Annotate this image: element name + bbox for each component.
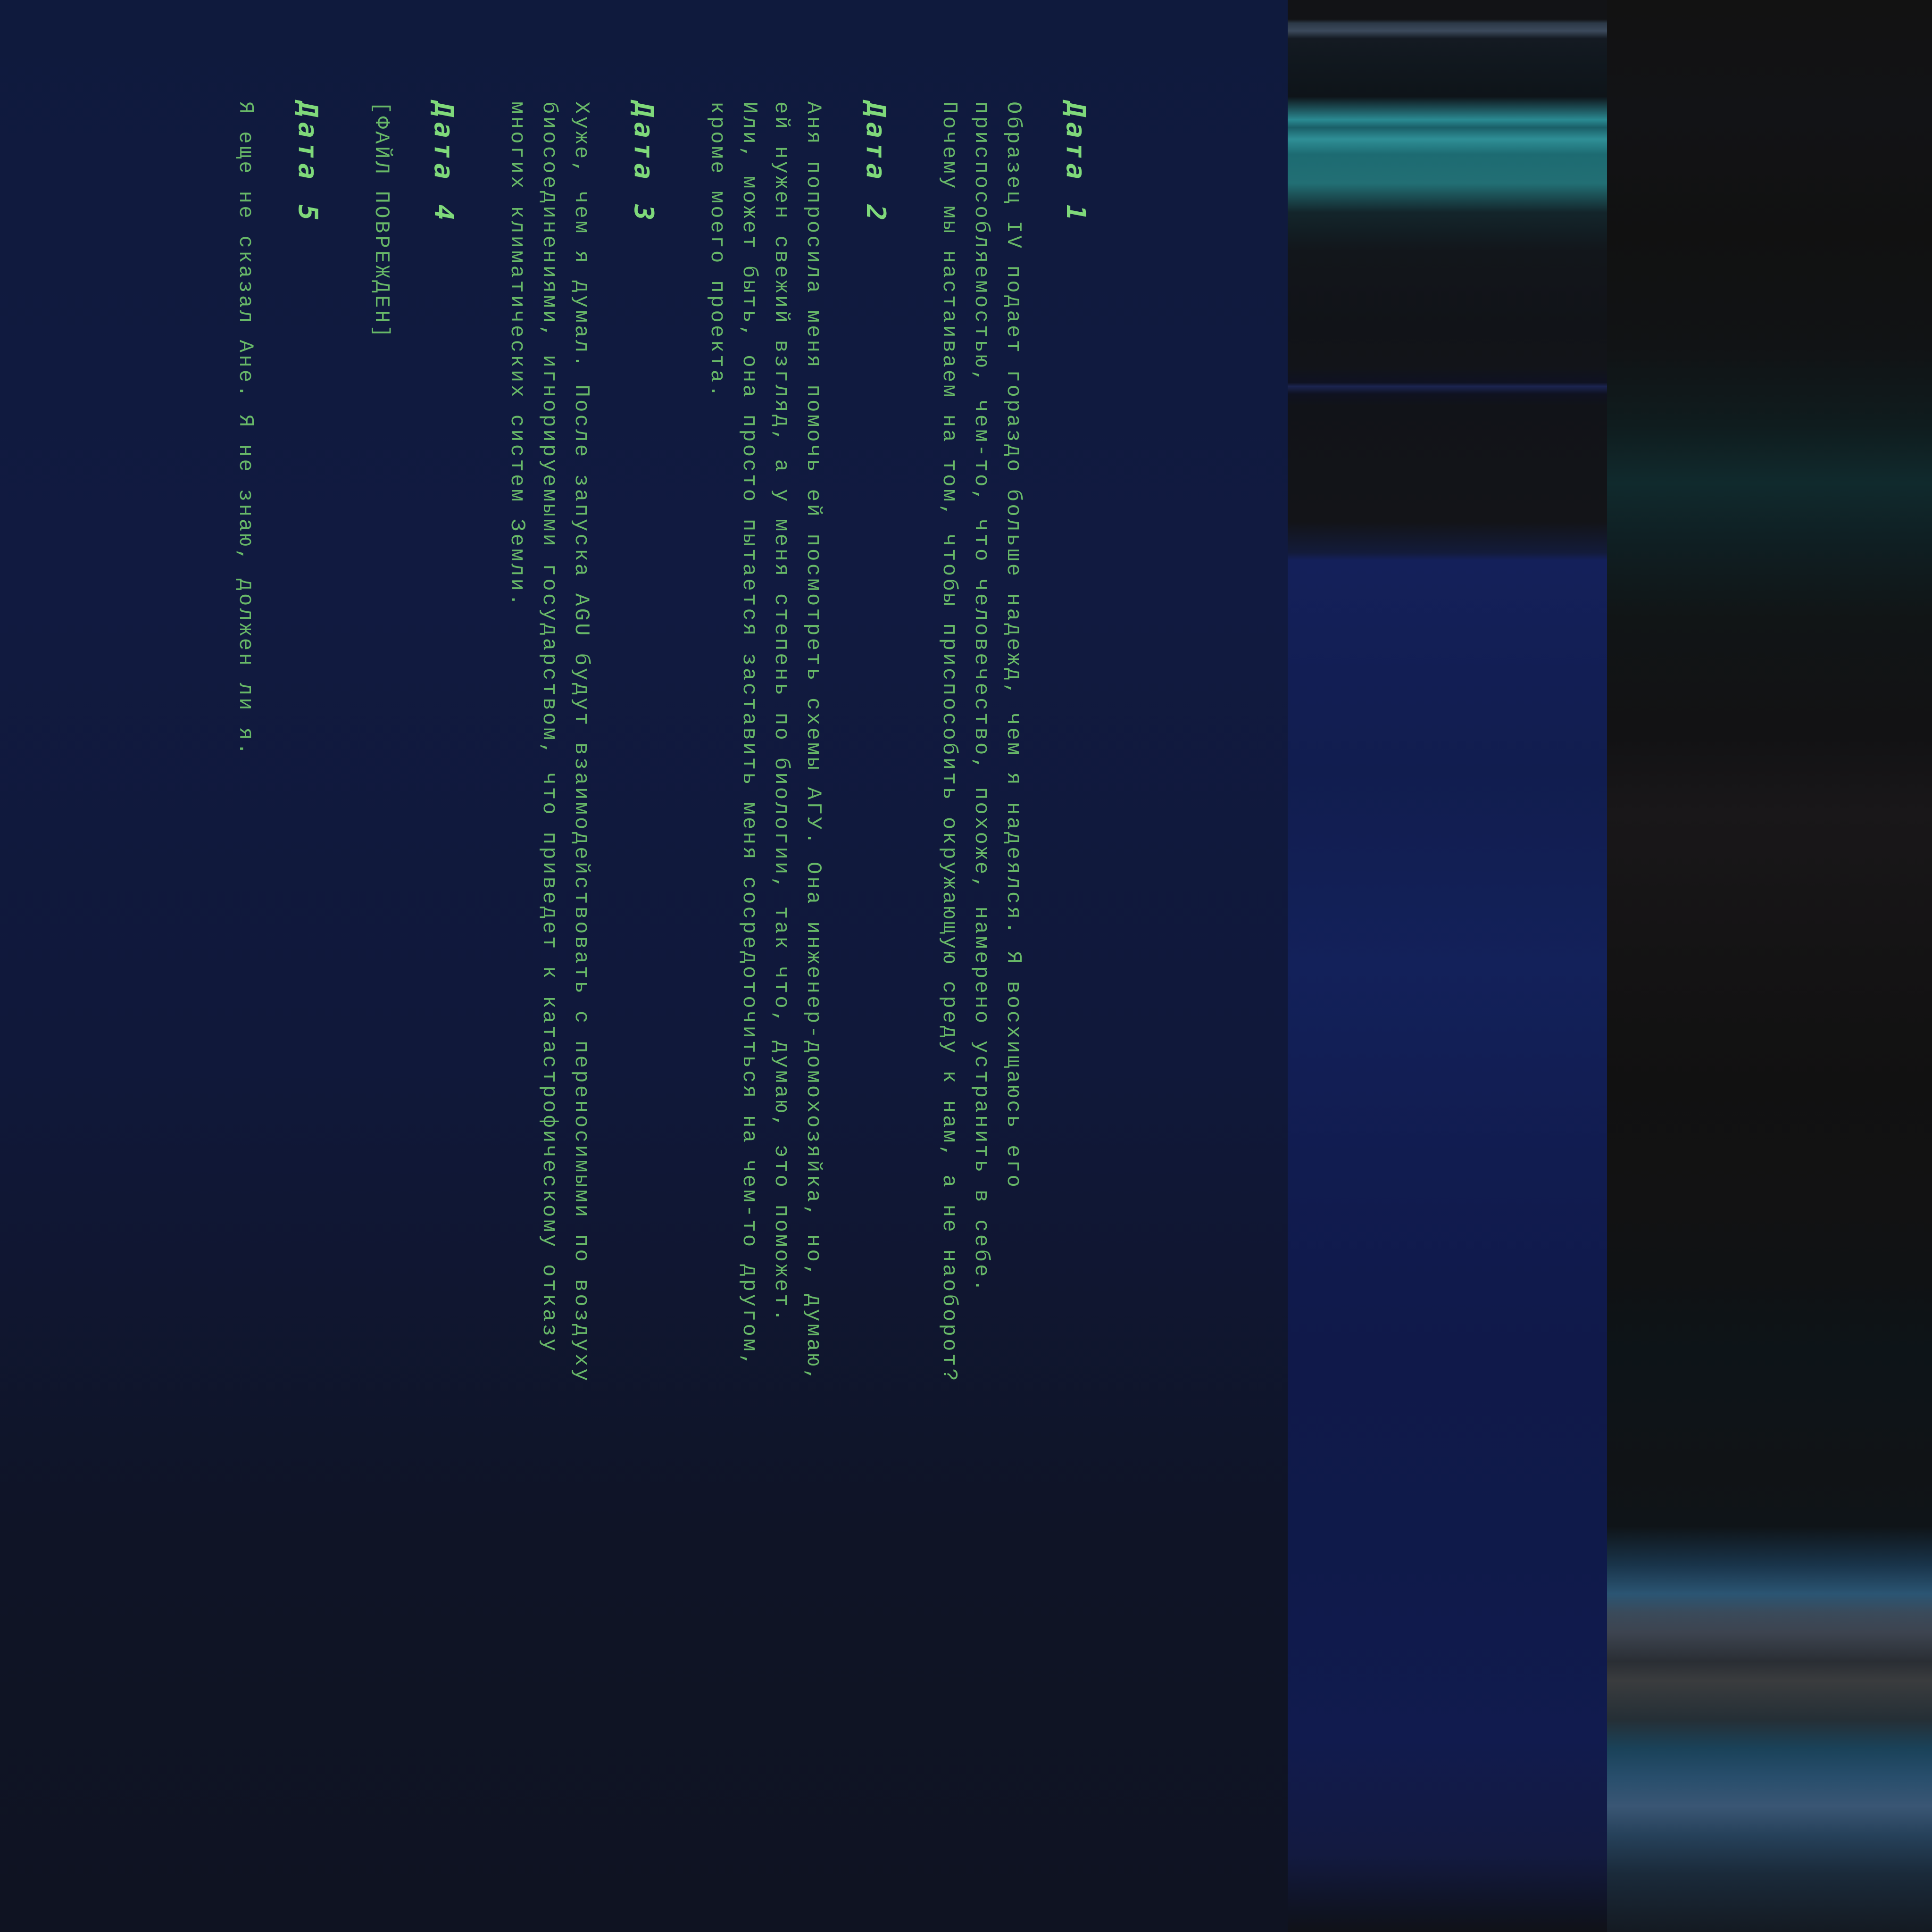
entry-body: Образец IV подает гораздо больше надежд,… — [933, 101, 1029, 1932]
entry-line: Хуже, чем я думал. После запуска AGU буд… — [569, 101, 593, 1383]
entry-line: биосоединениями, игнорируемыми государст… — [537, 101, 561, 1354]
entry-title: Дата 1 — [1060, 101, 1091, 225]
entry-line: Почему мы настаиваем на том, чтобы присп… — [937, 101, 961, 1383]
entry-title: Дата 4 — [428, 101, 459, 225]
log-entry-3: Дата 3 Хуже, чем я думал. После запуска … — [501, 101, 659, 1932]
entry-line: Аня попросила меня помочь ей посмотреть … — [801, 101, 825, 1383]
log-entry-1: Дата 1 Образец IV подает гораздо больше … — [933, 101, 1091, 1932]
entry-line: Или, может быть, она просто пытается зас… — [737, 101, 761, 1369]
entry-line: ей нужен свежий взгляд, а у меня степень… — [769, 101, 793, 1324]
entry-body: Аня попросила меня помочь ей посмотреть … — [701, 101, 829, 1932]
journal-log: Дата 1 Образец IV подает гораздо больше … — [186, 101, 1091, 1932]
screen: Дата 1 Образец IV подает гораздо больше … — [0, 0, 1932, 1932]
entry-title: Дата 3 — [628, 101, 659, 225]
log-viewer-panel[interactable]: Дата 1 Образец IV подает гораздо больше … — [0, 0, 1288, 1932]
entry-body: [ФАЙЛ ПОВРЕЖДЕН] — [365, 101, 397, 1932]
entry-line: Я еще не сказал Ане. Я не знаю, должен л… — [233, 101, 257, 758]
entry-line: кроме моего проекта. — [705, 101, 729, 400]
entry-body: Хуже, чем я думал. После запуска AGU буд… — [501, 101, 597, 1932]
entry-title: Дата 2 — [860, 101, 891, 225]
blurred-background-strip-right — [1607, 0, 1932, 1932]
entry-line: приспособляемостью, чем-то, что человече… — [969, 101, 993, 1294]
log-entry-5: Дата 5 Я еще не сказал Ане. Я не знаю, д… — [229, 101, 323, 1932]
entry-line: Образец IV подает гораздо больше надежд,… — [1001, 101, 1025, 1190]
log-entry-4: Дата 4 [ФАЙЛ ПОВРЕЖДЕН] — [365, 101, 459, 1932]
log-entry-2: Дата 2 Аня попросила меня помочь ей посм… — [701, 101, 891, 1932]
entry-line: [ФАЙЛ ПОВРЕЖДЕН] — [369, 101, 393, 340]
entry-title: Дата 5 — [292, 101, 323, 225]
entry-body: Я еще не сказал Ане. Я не знаю, должен л… — [229, 101, 261, 1932]
blurred-background-strip — [1288, 0, 1607, 1932]
entry-line: многих климатических систем Земли. — [505, 101, 529, 608]
